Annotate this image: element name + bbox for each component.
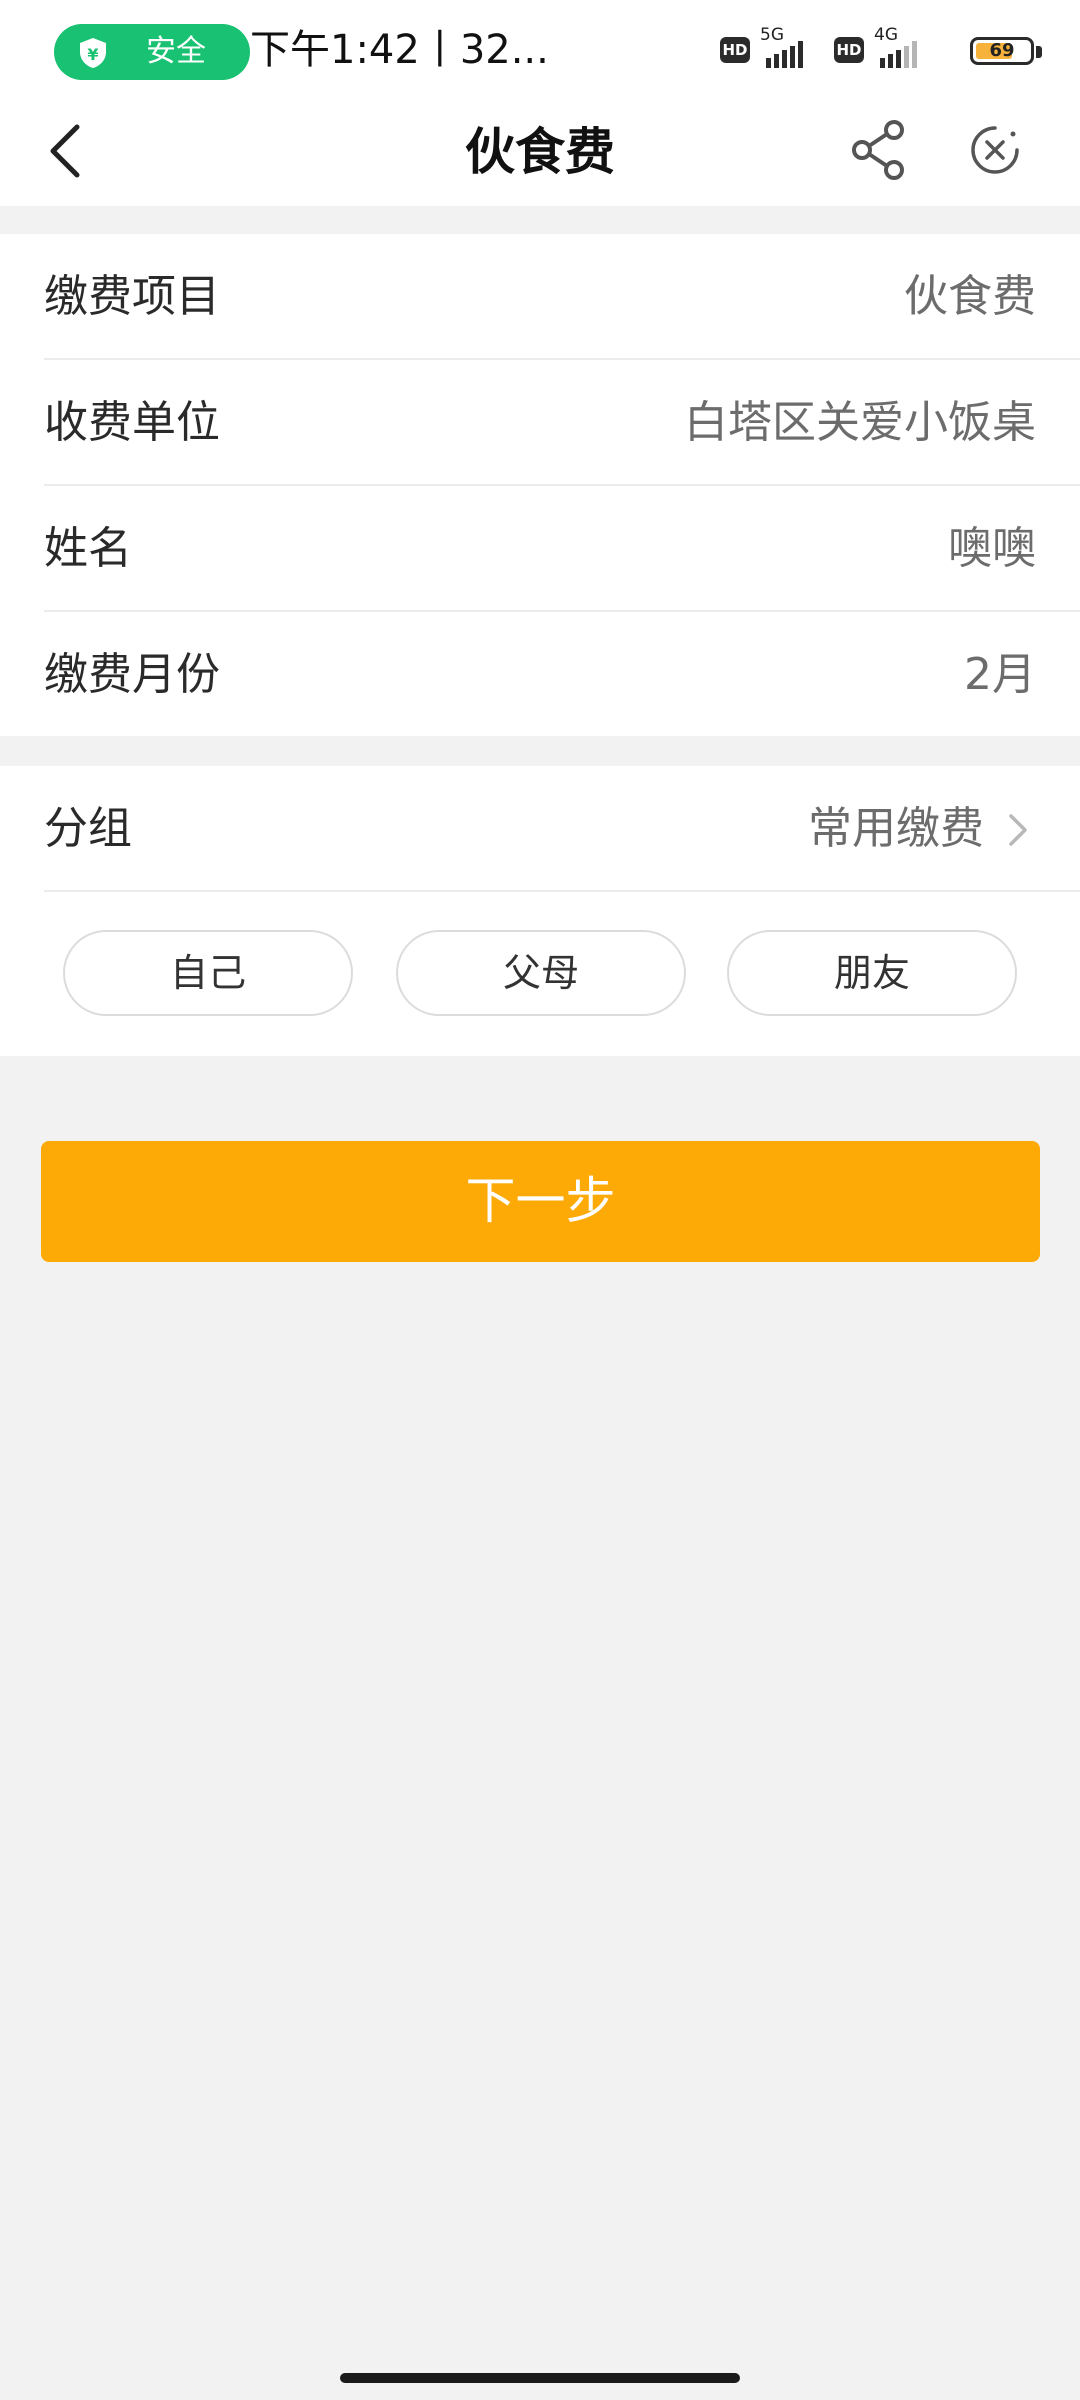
status-indicators: HD 5G HD 4G 69 [720,20,1080,80]
share-icon [852,120,904,180]
group-chip-friends[interactable]: 朋友 [727,930,1017,1016]
status-time: 下午1:42丨32... [250,27,549,73]
battery-percentage: 69 [989,40,1015,61]
back-arrow-icon [50,124,80,178]
payment-item-row: 缴费项目 伙食费 [44,234,1080,360]
name-value: 噢噢 [948,523,1036,574]
group-label: 分组 [44,803,132,854]
group-selector-row[interactable]: 分组 常用缴费 [44,766,1080,892]
group-chip-self[interactable]: 自己 [63,930,353,1016]
payment-info-section: 缴费项目 伙食费 收费单位 白塔区关爱小饭桌 姓名 噢噢 缴费月份 2月 [0,234,1080,736]
security-status-label: 安全 [146,34,206,69]
shield-yen-icon: ¥ [80,38,106,68]
status-bar: ¥ 安全 下午1:42丨32... HD 5G HD 4G 69 [0,0,1080,100]
page-title: 伙食费 [465,123,615,181]
hd-badge-1: HD [720,37,750,63]
home-indicator[interactable] [340,2373,740,2383]
group-value: 常用缴费 [808,803,984,854]
signal-strength-icon [880,41,917,68]
share-button[interactable] [840,110,920,190]
name-row: 姓名 噢噢 [44,486,1080,612]
payee-value: 白塔区关爱小饭桌 [684,397,1036,448]
payment-month-value: 2月 [964,649,1036,700]
payee-label: 收费单位 [44,397,220,448]
hd-badge-2: HD [834,37,864,63]
chevron-right-icon [1009,814,1027,846]
svg-text:¥: ¥ [87,45,98,64]
close-button[interactable] [955,110,1035,190]
name-label: 姓名 [44,523,132,574]
group-chip-parents[interactable]: 父母 [396,930,686,1016]
security-status-pill[interactable]: ¥ 安全 [54,24,250,80]
battery-tip [1036,46,1042,58]
next-step-button[interactable]: 下一步 [41,1141,1040,1262]
payment-item-label: 缴费项目 [44,271,220,322]
payee-row: 收费单位 白塔区关爱小饭桌 [44,360,1080,486]
battery-icon: 69 [970,37,1034,65]
close-circle-icon [971,126,1019,174]
payment-month-row: 缴费月份 2月 [44,612,1080,738]
payment-item-value: 伙食费 [904,271,1036,322]
payment-month-label: 缴费月份 [44,649,220,700]
signal-strength-icon [766,41,803,68]
back-button[interactable] [30,108,100,194]
group-section: 分组 常用缴费 自己 父母 朋友 [0,766,1080,1056]
navigation-bar: 伙食费 [0,100,1080,206]
